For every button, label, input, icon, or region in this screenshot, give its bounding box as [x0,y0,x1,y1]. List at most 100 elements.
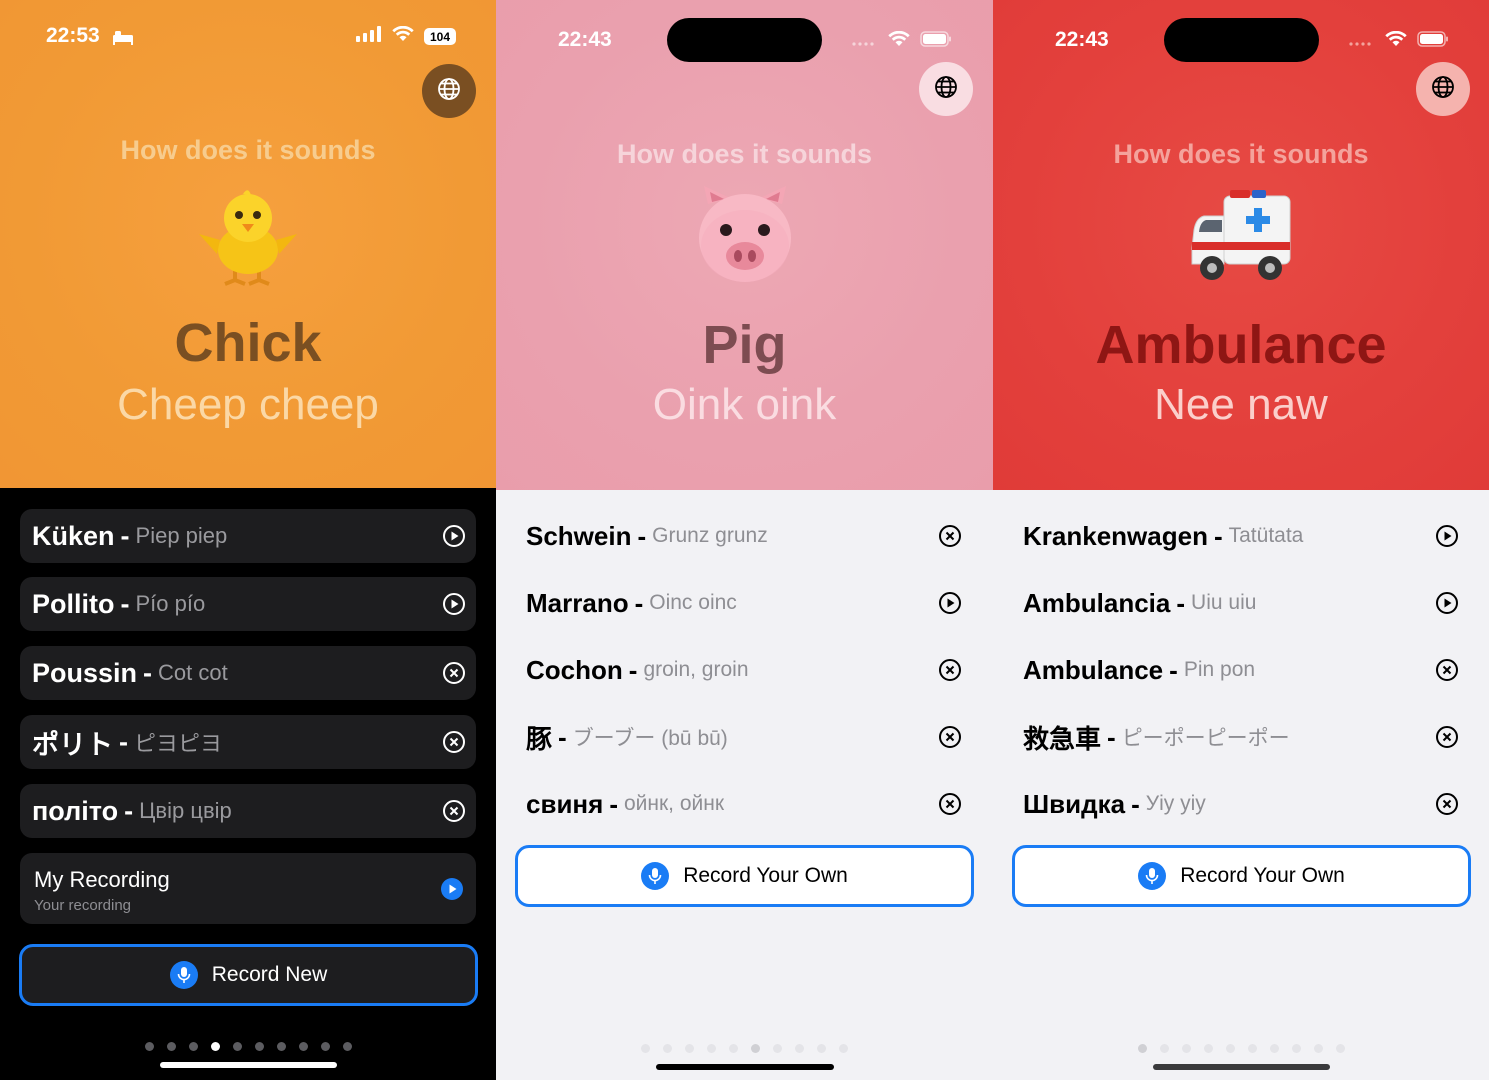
prompt-label: How does it sounds [616,139,872,169]
play-icon[interactable] [440,877,464,901]
page-dot[interactable] [188,1042,198,1051]
translation-row[interactable]: Schwein - Grunz grunz [526,516,966,556]
play-icon[interactable] [1435,591,1459,615]
row-word: Ambulance [1023,654,1164,685]
close-icon[interactable] [1435,792,1459,816]
home-indicator[interactable] [160,1062,337,1068]
page-dot[interactable] [1203,1044,1213,1053]
page-dot[interactable] [1335,1044,1345,1053]
language-button[interactable] [919,62,973,116]
page-dot[interactable] [685,1044,694,1053]
page-dot[interactable] [1291,1044,1301,1053]
page-dot[interactable] [817,1044,826,1053]
page-dot-active[interactable] [210,1042,220,1051]
record-new-button[interactable]: Record New [19,944,478,1006]
page-dot[interactable] [320,1042,330,1051]
vehicle-sound: Nee naw [1154,380,1328,429]
row-separator: - [628,654,638,685]
chick-icon [193,186,303,290]
animal-title: Pig [702,315,787,375]
recording-subtitle: Your recording [34,897,132,914]
page-dot[interactable] [773,1044,782,1053]
battery-indicator: 104 [424,28,456,45]
close-icon[interactable] [938,524,962,548]
page-dot[interactable] [839,1044,848,1053]
page-dot[interactable] [1247,1044,1257,1053]
row-word: Ambulancia [1023,587,1171,618]
translation-row[interactable]: свиня - ойнк, ойнк [526,784,966,824]
translation-row[interactable]: 豚 - ブーブー (bū bū) [526,717,966,757]
status-time: 22:43 [558,28,612,51]
translation-row[interactable]: Ambulancia - Uiu uiu [1023,583,1463,623]
page-dot[interactable] [795,1044,804,1053]
page-dot[interactable] [1225,1044,1235,1053]
close-icon[interactable] [442,799,466,823]
translation-row[interactable]: Marrano - Oinc oinc [526,583,966,623]
row-separator: - [120,520,130,551]
translation-row[interactable]: Ambulance - Pin pon [1023,650,1463,690]
close-icon[interactable] [938,658,962,682]
row-translation: Tatütata [1228,524,1304,547]
page-dot[interactable] [232,1042,242,1051]
translation-row[interactable]: Pollito - Pío pío [20,577,476,631]
pig-screen: 22:43 How does it sounds Pig Oink oink S… [496,0,993,1080]
close-icon[interactable] [442,730,466,754]
row-word: 救急車 [1023,723,1102,754]
close-icon[interactable] [1435,658,1459,682]
hero-panel: 22:53 104 How does it sounds Chick Cheep… [0,0,496,488]
row-translation: ойнк, ойнк [623,792,725,815]
page-dot-active[interactable] [751,1044,760,1053]
page-dot[interactable] [276,1042,286,1051]
page-dot[interactable] [707,1044,716,1053]
play-icon[interactable] [442,592,466,616]
page-dot[interactable] [1313,1044,1323,1053]
close-icon[interactable] [442,661,466,685]
page-indicator[interactable] [496,1044,993,1053]
close-icon[interactable] [938,725,962,749]
page-dot[interactable] [663,1044,672,1053]
language-button[interactable] [422,64,476,118]
bed-icon [112,29,134,50]
page-dot[interactable] [298,1042,308,1051]
language-button[interactable] [1416,62,1470,116]
hero-panel: 22:43 How does it sounds [496,0,993,490]
page-dot[interactable] [254,1042,264,1051]
globe-icon [934,75,958,104]
my-recording-row[interactable]: My Recording Your recording [20,853,476,924]
page-dot-active[interactable] [1137,1044,1147,1053]
page-dot[interactable] [342,1042,352,1051]
animal-sound: Cheep cheep [117,380,379,429]
translation-row[interactable]: Cochon - groin, groin [526,650,966,690]
page-dot[interactable] [1181,1044,1191,1053]
play-icon[interactable] [1435,524,1459,548]
page-dot[interactable] [1159,1044,1169,1053]
row-separator: - [637,520,647,551]
page-dot[interactable] [729,1044,738,1053]
globe-icon [437,77,461,106]
translation-row[interactable]: ポリト - ピヨピヨ [20,715,476,769]
close-icon[interactable] [1435,725,1459,749]
home-indicator[interactable] [656,1064,834,1070]
page-dot[interactable] [641,1044,650,1053]
row-translation: Uiu uiu [1191,591,1257,614]
row-translation: Cot cot [158,660,228,685]
cellular-icon [852,33,878,51]
record-your-own-button[interactable]: Record Your Own [515,845,974,907]
row-word: Marrano [526,587,629,618]
translation-row[interactable]: Krankenwagen - Tatütata [1023,516,1463,556]
page-indicator[interactable] [993,1044,1489,1053]
translation-row[interactable]: Küken - Piep piep [20,509,476,563]
close-icon[interactable] [938,792,962,816]
record-your-own-button[interactable]: Record Your Own [1012,845,1471,907]
page-dot[interactable] [144,1042,154,1051]
play-icon[interactable] [442,524,466,548]
page-indicator[interactable] [0,1042,496,1051]
translation-row[interactable]: Швидка - Уiу уiу [1023,784,1463,824]
home-indicator[interactable] [1153,1064,1330,1070]
play-icon[interactable] [938,591,962,615]
translation-row[interactable]: Poussin - Cot cot [20,646,476,700]
page-dot[interactable] [166,1042,176,1051]
translation-row[interactable]: 救急車 - ピーポーピーポー [1023,717,1463,757]
page-dot[interactable] [1269,1044,1279,1053]
translation-row[interactable]: політо - Цвір цвір [20,784,476,838]
